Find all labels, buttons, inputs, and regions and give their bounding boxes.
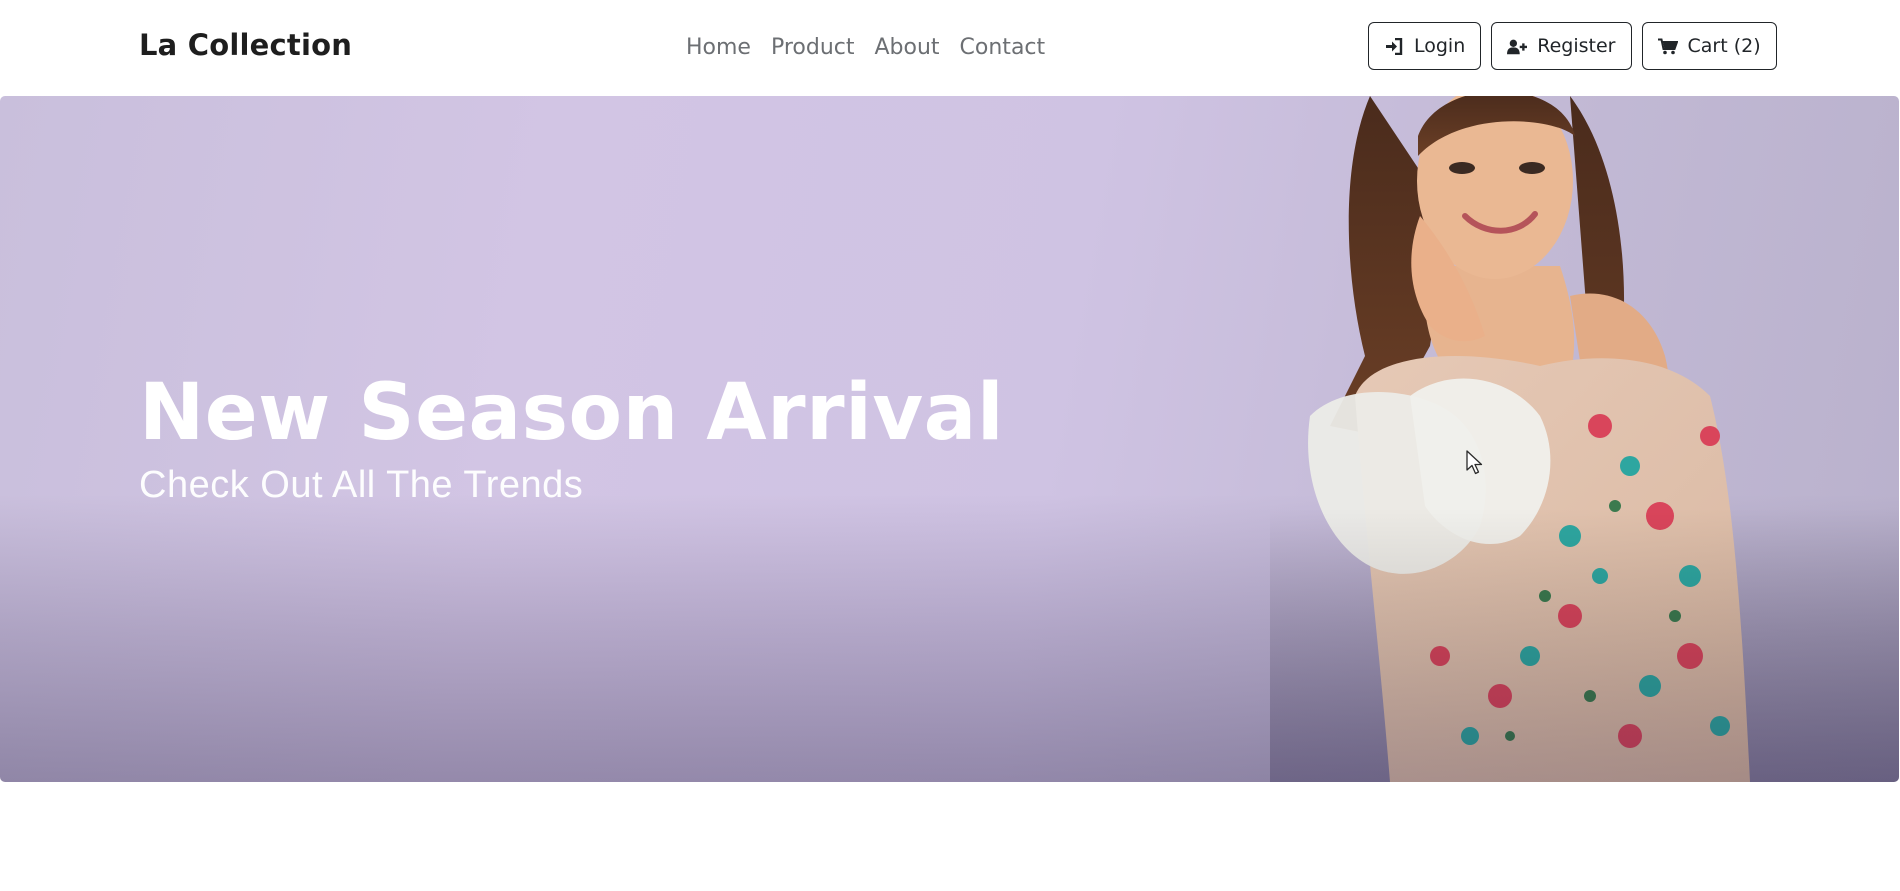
navbar: La Collection Home Product About Contact… — [0, 0, 1900, 96]
mouse-cursor-icon — [1466, 450, 1483, 475]
login-button[interactable]: Login — [1368, 22, 1482, 70]
sign-in-icon — [1384, 37, 1404, 55]
cart-button[interactable]: Cart (2) — [1641, 22, 1777, 70]
cart-label: Cart (2) — [1687, 35, 1761, 57]
register-label: Register — [1537, 35, 1616, 57]
login-label: Login — [1414, 35, 1466, 57]
hero-banner: New Season Arrival Check Out All The Tre… — [0, 96, 1899, 782]
hero-model-image — [1270, 96, 1899, 782]
register-button[interactable]: Register — [1491, 22, 1632, 70]
nav-links: Home Product About Contact — [686, 32, 1045, 64]
page-body-blank — [0, 782, 1900, 891]
nav-link-home[interactable]: Home — [686, 32, 751, 64]
hero-subtitle: Check Out All The Trends — [139, 464, 584, 506]
brand-logo[interactable]: La Collection — [139, 28, 352, 62]
shopping-cart-icon — [1657, 37, 1678, 55]
user-plus-icon — [1507, 37, 1528, 55]
hero-title: New Season Arrival — [139, 368, 1005, 458]
nav-link-contact[interactable]: Contact — [960, 32, 1046, 64]
nav-link-about[interactable]: About — [875, 32, 940, 64]
nav-actions: Login Register Cart (2) — [1368, 22, 1777, 70]
nav-link-product[interactable]: Product — [771, 32, 855, 64]
